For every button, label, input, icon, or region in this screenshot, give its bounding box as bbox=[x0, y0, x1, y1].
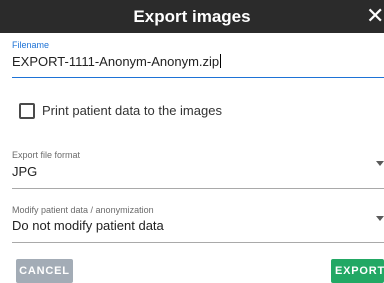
chevron-down-icon[interactable] bbox=[376, 161, 384, 166]
filename-underline bbox=[12, 77, 384, 78]
file-format-select[interactable]: Export file format JPG bbox=[12, 150, 384, 189]
cancel-button[interactable]: CANCEL bbox=[16, 259, 73, 283]
file-format-value: JPG bbox=[12, 164, 38, 179]
anonymization-select[interactable]: Modify patient data / anonymization Do n… bbox=[12, 205, 384, 243]
filename-input[interactable]: EXPORT-1111-Anonym-Anonym.zip bbox=[12, 53, 384, 71]
export-button[interactable]: EXPORT bbox=[331, 259, 384, 283]
text-caret bbox=[220, 54, 222, 68]
anonymization-value: Do not modify patient data bbox=[12, 218, 164, 233]
anonymization-underline bbox=[12, 242, 384, 243]
close-icon[interactable]: ✕ bbox=[366, 4, 384, 28]
filename-value: EXPORT-1111-Anonym-Anonym.zip bbox=[12, 54, 220, 69]
dialog-titlebar: Export images ✕ bbox=[0, 0, 384, 33]
anonymization-label: Modify patient data / anonymization bbox=[12, 205, 154, 215]
print-patient-data-checkbox[interactable] bbox=[19, 103, 35, 119]
chevron-down-icon[interactable] bbox=[376, 216, 384, 221]
export-images-dialog: Export images ✕ Filename EXPORT-1111-Ano… bbox=[0, 0, 384, 283]
file-format-underline bbox=[12, 188, 384, 189]
filename-field[interactable]: Filename EXPORT-1111-Anonym-Anonym.zip bbox=[12, 40, 384, 78]
dialog-title: Export images bbox=[133, 7, 251, 26]
filename-label: Filename bbox=[12, 40, 50, 50]
print-patient-data-label[interactable]: Print patient data to the images bbox=[42, 103, 222, 119]
file-format-label: Export file format bbox=[12, 150, 81, 160]
